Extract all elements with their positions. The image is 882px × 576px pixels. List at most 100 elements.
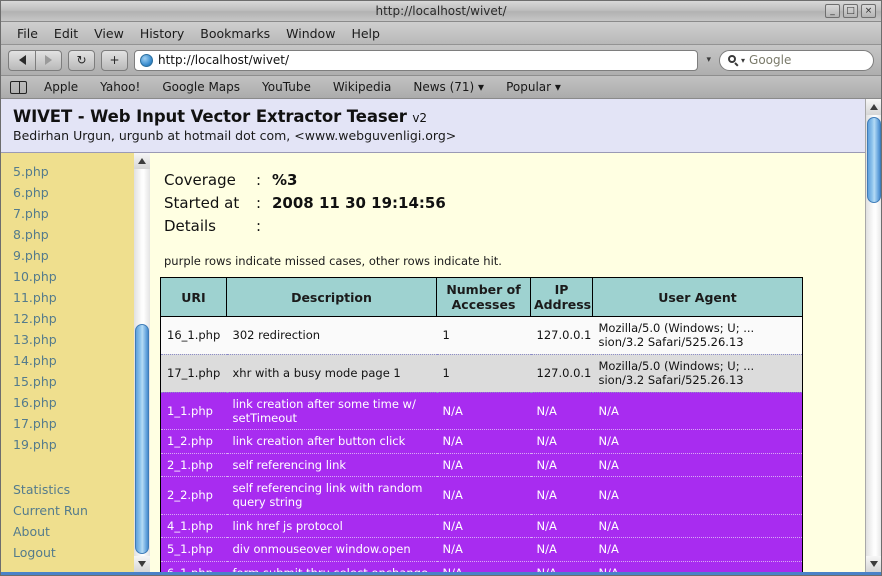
globe-icon <box>140 53 153 67</box>
reload-button[interactable]: ↻ <box>68 49 95 71</box>
details-label: Details <box>164 217 217 235</box>
table-cell-accesses: N/A <box>436 392 531 431</box>
table-cell-uri: 4_1.php <box>160 514 227 539</box>
sidebar-item-5php[interactable]: 5.php <box>13 161 134 182</box>
menu-item-file[interactable]: File <box>9 25 46 42</box>
book-icon[interactable] <box>10 80 27 94</box>
forward-button[interactable] <box>35 49 62 71</box>
sidebar-item-current-run[interactable]: Current Run <box>13 500 134 521</box>
table-cell-ip: N/A <box>530 561 593 572</box>
menu-item-view[interactable]: View <box>86 25 132 42</box>
sidebar-item-7php[interactable]: 7.php <box>13 203 134 224</box>
table-cell-description: form submit thru select onchange <box>226 561 437 572</box>
chevron-up-icon <box>138 158 146 164</box>
sidebar-item-10php[interactable]: 10.php <box>13 266 134 287</box>
sidebar-item-19php[interactable]: 19.php <box>13 434 134 455</box>
sidebar-item-8php[interactable]: 8.php <box>13 224 134 245</box>
window-title: http://localhost/wivet/ <box>375 4 507 18</box>
sidebar-item-statistics[interactable]: Statistics <box>13 479 134 500</box>
bookmark-yahoo[interactable]: Yahoo! <box>89 79 151 95</box>
column-header-description[interactable]: Description <box>226 277 437 317</box>
sidebar-item-13php[interactable]: 13.php <box>13 329 134 350</box>
nav-button-group <box>8 49 62 71</box>
menu-bar: File Edit View History Bookmarks Window … <box>1 22 881 45</box>
column-header-accesses[interactable]: Number of Accesses <box>436 277 531 317</box>
table-cell-user-agent: N/A <box>592 561 803 572</box>
column-header-user-agent[interactable]: User Agent <box>592 277 803 317</box>
sidebar-item-logout[interactable]: Logout <box>13 542 134 563</box>
sidebar-item-14php[interactable]: 14.php <box>13 350 134 371</box>
address-bar[interactable]: http://localhost/wivet/ <box>134 49 699 71</box>
table-row[interactable]: 5_1.php div onmouseover window.open N/A N/A… <box>160 537 803 562</box>
maximize-button[interactable]: □ <box>843 4 858 18</box>
sidebar-item-17php[interactable]: 17.php <box>13 413 134 434</box>
table-row[interactable]: 1_2.php link creation after button click N… <box>160 429 803 454</box>
sidebar-item-9php[interactable]: 9.php <box>13 245 134 266</box>
search-field[interactable]: ▾ Google <box>719 49 874 71</box>
page-byline: Bedirhan Urgun, urgunb at hotmail dot co… <box>13 128 457 143</box>
status-strip <box>1 572 881 575</box>
page-scroll-up-button[interactable] <box>865 99 881 115</box>
page-scrollbar[interactable] <box>865 99 881 572</box>
table-cell-description: 302 redirection <box>226 316 437 355</box>
sidebar-item-6php[interactable]: 6.php <box>13 182 134 203</box>
page-scroll-down-button[interactable] <box>865 556 881 572</box>
site-header: WIVET - Web Input Vector Extractor Tease… <box>1 99 865 153</box>
table-cell-accesses: N/A <box>436 514 531 539</box>
sidebar-scroll-up-button[interactable] <box>134 153 150 169</box>
table-row[interactable]: 17_1.php xhr with a busy mode page 1 1 127.… <box>160 354 803 393</box>
sidebar: 5.php 6.php 7.php 8.php 9.php 10.php 11.… <box>1 153 134 572</box>
results-table: URI Description Number of Accesses IP Ad… <box>160 277 803 572</box>
table-row[interactable]: 2_2.php self referencing link with random… <box>160 476 803 515</box>
chevron-up-icon <box>869 104 878 110</box>
table-row[interactable]: 1_1.php link creation after some time w/ … <box>160 392 803 431</box>
address-dropdown-icon[interactable]: ▾ <box>704 55 713 65</box>
sidebar-scroll-down-button[interactable] <box>134 556 150 572</box>
page-scroll-thumb[interactable] <box>866 117 881 203</box>
back-button[interactable] <box>8 49 35 71</box>
table-cell-user-agent: Mozilla/5.0 (Windows; U; ... sion/3.2 Saf… <box>592 354 803 393</box>
table-cell-user-agent: N/A <box>592 453 803 478</box>
table-cell-description: div onmouseover window.open <box>226 537 437 562</box>
sidebar-scrollbar[interactable] <box>134 153 150 572</box>
menu-item-bookmarks[interactable]: Bookmarks <box>192 25 278 42</box>
sidebar-item-11php[interactable]: 11.php <box>13 287 134 308</box>
minimize-button[interactable]: _ <box>825 4 840 18</box>
add-bookmark-button[interactable]: + <box>101 49 128 71</box>
table-row[interactable]: 4_1.php link href js protocol N/A N/A N/A <box>160 514 803 539</box>
search-dropdown-icon[interactable]: ▾ <box>741 56 745 65</box>
menu-item-history[interactable]: History <box>132 25 192 42</box>
page-version: v2 <box>412 111 427 125</box>
page-scroll-track[interactable] <box>865 115 881 556</box>
sidebar-scroll-track[interactable] <box>134 169 150 556</box>
bookmark-popular[interactable]: Popular ▾ <box>495 79 572 95</box>
table-cell-accesses: N/A <box>436 561 531 572</box>
menu-item-window[interactable]: Window <box>278 25 343 42</box>
table-row[interactable]: 2_1.php self referencing link N/A N/A N/A <box>160 453 803 478</box>
bookmark-apple[interactable]: Apple <box>33 79 89 95</box>
sidebar-item-about[interactable]: About <box>13 521 134 542</box>
table-row[interactable]: 16_1.php 302 redirection 1 127.0.0.1 Mozilla… <box>160 316 803 355</box>
table-row[interactable]: 6_1.phpform submit thru select onchangeN… <box>160 561 803 572</box>
menu-item-help[interactable]: Help <box>343 25 388 42</box>
close-button[interactable]: × <box>861 4 876 18</box>
bookmark-wikipedia[interactable]: Wikipedia <box>322 79 403 95</box>
sidebar-item-15php[interactable]: 15.php <box>13 371 134 392</box>
page-title: WIVET - Web Input Vector Extractor Tease… <box>13 107 853 126</box>
table-cell-user-agent: N/A <box>592 514 803 539</box>
main-content: Coverage : %3 Started at : 2008 11 30 19… <box>150 153 865 572</box>
sidebar-item-16php[interactable]: 16.php <box>13 392 134 413</box>
menu-item-edit[interactable]: Edit <box>46 25 86 42</box>
title-bar: http://localhost/wivet/ _ □ × <box>1 1 881 22</box>
table-cell-accesses: N/A <box>436 453 531 478</box>
sidebar-item-12php[interactable]: 12.php <box>13 308 134 329</box>
column-header-ip[interactable]: IP Address <box>530 277 593 317</box>
bookmark-youtube[interactable]: YouTube <box>251 79 322 95</box>
bookmark-google-maps[interactable]: Google Maps <box>151 79 251 95</box>
bookmark-news[interactable]: News (71) ▾ <box>402 79 495 95</box>
search-icon <box>728 54 739 67</box>
sidebar-scroll-thumb[interactable] <box>135 323 149 554</box>
column-header-uri[interactable]: URI <box>160 277 227 317</box>
table-cell-uri: 17_1.php <box>160 354 227 393</box>
